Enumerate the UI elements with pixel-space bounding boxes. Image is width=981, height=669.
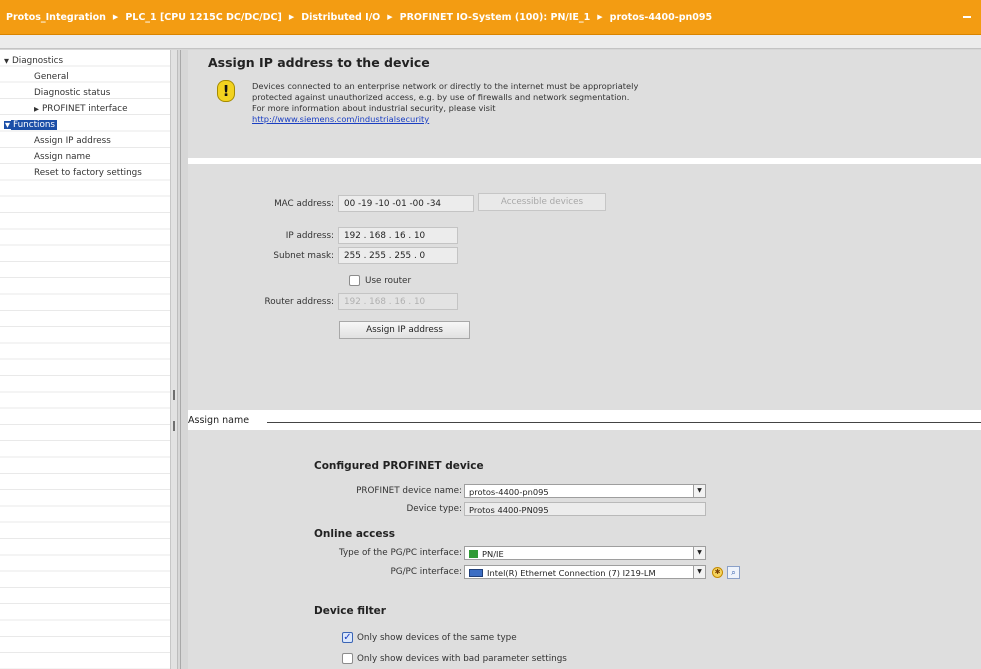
security-notice: Devices connected to an enterprise netwo…: [252, 81, 772, 125]
nav-item-assign-name[interactable]: Assign name: [34, 150, 91, 164]
pgpc-type-combo[interactable]: PN/IE ▼: [464, 546, 706, 560]
assign-name-header: Assign name: [188, 410, 981, 430]
network-icon: [469, 550, 478, 558]
online-access-title: Online access: [314, 528, 396, 540]
nav-item-profinet-interface[interactable]: ▶ PROFINET interface: [34, 102, 128, 116]
use-router-checkbox[interactable]: [349, 275, 360, 286]
device-name-label: PROFINET device name:: [356, 486, 462, 496]
breadcrumb-separator-icon: ▶: [112, 13, 119, 21]
router-address-label: Router address:: [264, 297, 334, 307]
breadcrumb-device[interactable]: protos-4400-pn095: [610, 12, 712, 23]
nav-item-reset-factory[interactable]: Reset to factory settings: [34, 166, 142, 180]
use-router-label: Use router: [365, 276, 412, 286]
dropdown-arrow-icon[interactable]: ▼: [693, 547, 705, 559]
navigation-tree: ▼ Diagnostics General Diagnostic status ▶…: [0, 50, 171, 669]
nav-item-functions[interactable]: ▼ Functions: [4, 118, 57, 132]
breadcrumb-project[interactable]: Protos_Integration: [6, 12, 106, 23]
divider: [180, 50, 181, 669]
warning-icon: !: [217, 80, 235, 102]
mac-address-label: MAC address:: [274, 199, 334, 209]
ip-address-field[interactable]: 192 . 168 . 16 . 10: [338, 227, 458, 244]
notice-line: protected against unauthorized access, e…: [252, 92, 630, 102]
toolbar-strip: [0, 35, 981, 49]
bad-params-label: Only show devices with bad parameter set…: [357, 654, 567, 664]
title-bar: Protos_Integration ▶ PLC_1 [CPU 1215C DC/D…: [0, 0, 981, 35]
subnet-mask-field[interactable]: 255 . 255 . 255 . 0: [338, 247, 458, 264]
router-address-field[interactable]: 192 . 168 . 16 . 10: [338, 293, 458, 310]
breadcrumb-plc[interactable]: PLC_1 [CPU 1215C DC/DC/DC]: [125, 12, 282, 23]
content-area: Assign IP address to the device ! Device…: [188, 50, 981, 669]
collapsed-triangle-icon[interactable]: ▶: [34, 105, 39, 113]
device-name-combo[interactable]: protos-4400-pn095 ▼: [464, 484, 706, 498]
nav-item-general[interactable]: General: [34, 70, 69, 84]
assign-ip-header-panel: Assign IP address to the device ! Device…: [188, 50, 981, 158]
expanded-triangle-icon[interactable]: ▼: [4, 57, 9, 65]
device-type-label: Device type:: [406, 504, 463, 514]
pgpc-type-value: PN/IE: [482, 549, 504, 559]
industrial-security-link[interactable]: http://www.siemens.com/industrialsecurit…: [252, 114, 772, 125]
assign-ip-title: Assign IP address to the device: [208, 55, 430, 70]
nav-item-diagnostic-status[interactable]: Diagnostic status: [34, 86, 110, 100]
nav-item-label: Functions: [11, 120, 57, 130]
nav-item-diagnostics[interactable]: ▼ Diagnostics: [4, 54, 63, 68]
assign-name-panel: Configured PROFINET device PROFINET devi…: [188, 430, 981, 669]
pgpc-interface-combo[interactable]: Intel(R) Ethernet Connection (7) I219-LM…: [464, 565, 706, 579]
device-type-field: Protos 4400-PN095: [464, 502, 706, 516]
configured-device-title: Configured PROFINET device: [314, 460, 484, 472]
breadcrumb-separator-icon: ▶: [597, 13, 603, 21]
splitter[interactable]: [171, 50, 178, 669]
ip-address-label: IP address:: [285, 231, 334, 241]
splitter-handle[interactable]: [173, 390, 175, 400]
device-name-value: protos-4400-pn095: [469, 487, 549, 497]
subnet-mask-label: Subnet mask:: [273, 251, 334, 261]
assign-name-title: Assign name: [188, 415, 250, 426]
mac-address-field[interactable]: 00 -19 -10 -01 -00 -34: [338, 195, 474, 212]
assign-ip-form-panel: MAC address: 00 -19 -10 -01 -00 -34 Acce…: [188, 164, 981, 410]
nav-item-label: PROFINET interface: [42, 104, 128, 114]
breadcrumb-separator-icon: ▶: [387, 13, 393, 21]
search-devices-icon[interactable]: ⌕: [727, 566, 740, 579]
bad-params-checkbox[interactable]: [342, 653, 353, 664]
minimize-icon[interactable]: [963, 16, 971, 18]
pgpc-interface-value: Intel(R) Ethernet Connection (7) I219-LM: [487, 568, 656, 578]
dropdown-arrow-icon[interactable]: ▼: [693, 485, 705, 497]
same-type-label: Only show devices of the same type: [357, 633, 517, 643]
assign-ip-address-button[interactable]: Assign IP address: [339, 321, 470, 339]
notice-line: Devices connected to an enterprise netwo…: [252, 81, 639, 91]
header-rule: [267, 422, 981, 423]
nav-item-assign-ip-address[interactable]: Assign IP address: [34, 134, 111, 148]
ethernet-adapter-icon: [469, 569, 483, 577]
splitter-handle[interactable]: [173, 421, 175, 431]
expanded-triangle-icon[interactable]: ▼: [4, 121, 11, 129]
pgpc-type-label: Type of the PG/PC interface:: [338, 548, 462, 558]
notice-line: For more information about industrial se…: [252, 103, 496, 113]
pgpc-interface-label: PG/PC interface:: [390, 567, 462, 577]
breadcrumb-io-system[interactable]: PROFINET IO-System (100): PN/IE_1: [400, 12, 591, 23]
accessible-devices-button[interactable]: Accessible devices: [478, 193, 606, 211]
dropdown-arrow-icon[interactable]: ▼: [693, 566, 705, 578]
breadcrumb: Protos_Integration ▶ PLC_1 [CPU 1215C DC/D…: [6, 0, 712, 34]
interface-properties-icon[interactable]: ✱: [712, 567, 723, 578]
breadcrumb-distributed-io[interactable]: Distributed I/O: [301, 12, 380, 23]
nav-item-label: Diagnostics: [12, 56, 64, 66]
device-filter-title: Device filter: [314, 605, 386, 617]
breadcrumb-separator-icon: ▶: [288, 13, 295, 21]
same-type-checkbox[interactable]: ✓: [342, 632, 353, 643]
